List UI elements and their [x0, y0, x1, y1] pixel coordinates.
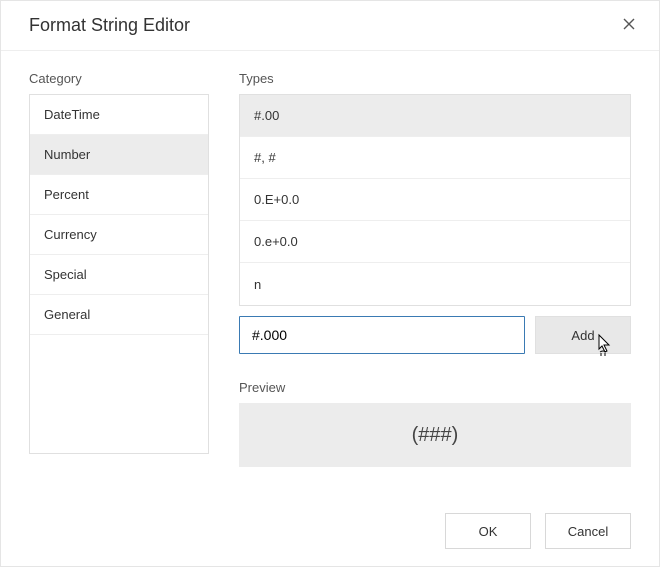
format-input-row: Add [239, 316, 631, 354]
type-item[interactable]: #.00 [240, 95, 630, 137]
category-panel: Category DateTime Number Percent Currenc… [29, 71, 209, 467]
category-item-percent[interactable]: Percent [30, 175, 208, 215]
dialog-title: Format String Editor [29, 15, 190, 36]
preview-value: (###) [412, 424, 459, 447]
close-icon [623, 18, 635, 33]
category-item-currency[interactable]: Currency [30, 215, 208, 255]
preview-label: Preview [239, 380, 631, 395]
category-item-datetime[interactable]: DateTime [30, 95, 208, 135]
dialog-body: Category DateTime Number Percent Currenc… [1, 51, 659, 467]
ok-button[interactable]: OK [445, 513, 531, 549]
format-string-editor-dialog: Format String Editor Category DateTime N… [0, 0, 660, 567]
types-list: #.00 #, # 0.E+0.0 0.e+0.0 n [239, 94, 631, 306]
type-item[interactable]: #, # [240, 137, 630, 179]
category-item-special[interactable]: Special [30, 255, 208, 295]
format-string-input[interactable] [239, 316, 525, 354]
preview-box: (###) [239, 403, 631, 467]
types-panel: Types #.00 #, # 0.E+0.0 0.e+0.0 n Add Pr… [239, 71, 631, 467]
category-list: DateTime Number Percent Currency Special… [29, 94, 209, 454]
category-label: Category [29, 71, 209, 86]
category-item-number[interactable]: Number [30, 135, 208, 175]
dialog-footer: OK Cancel [1, 496, 659, 566]
cancel-button[interactable]: Cancel [545, 513, 631, 549]
category-item-general[interactable]: General [30, 295, 208, 335]
dialog-header: Format String Editor [1, 1, 659, 51]
add-button[interactable]: Add [535, 316, 631, 354]
type-item[interactable]: n [240, 263, 630, 305]
type-item[interactable]: 0.e+0.0 [240, 221, 630, 263]
type-item[interactable]: 0.E+0.0 [240, 179, 630, 221]
types-label: Types [239, 71, 631, 86]
close-button[interactable] [619, 16, 639, 36]
